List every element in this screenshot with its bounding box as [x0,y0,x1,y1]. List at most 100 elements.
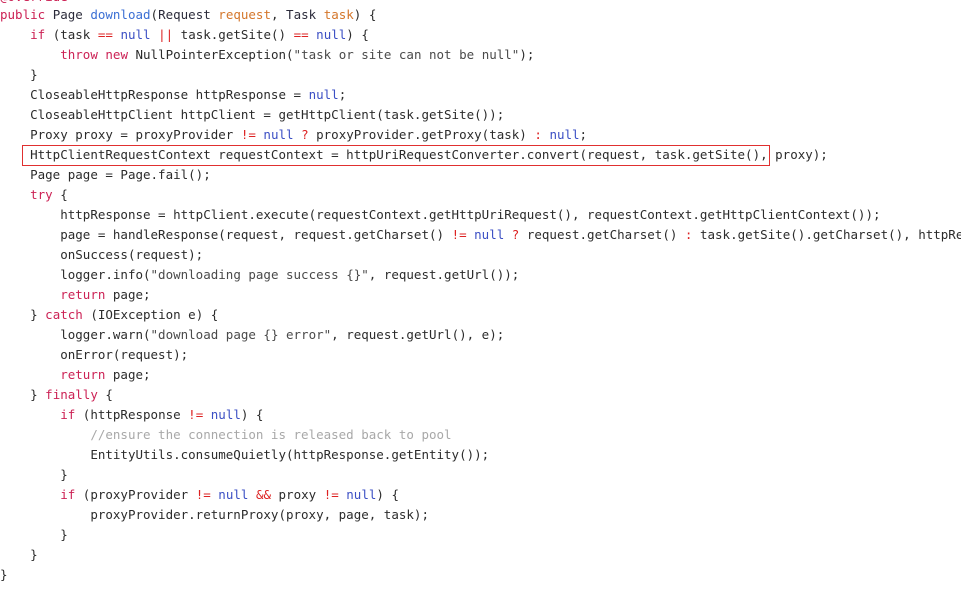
code-token-parameter: request [218,7,271,22]
code-token-operator: != [323,487,339,502]
code-token-type: Page [52,7,83,22]
code-line[interactable]: return page; [0,365,961,385]
code-line[interactable]: } [0,465,961,485]
code-token-plain: page; [105,367,151,382]
code-line[interactable]: HttpClientRequestContext requestContext … [0,145,961,165]
code-token-plain: ( [150,7,159,22]
code-token-plain: onError(request); [60,347,189,362]
code-line[interactable]: //ensure the connection is released back… [0,425,961,445]
code-token-plain: } [30,387,46,402]
code-token-plain: { [97,387,113,402]
code-line[interactable]: } [0,525,961,545]
code-token-plain: , request.getUrl(), e); [331,327,505,342]
code-token-plain: proxyProvider.getProxy(task) [308,127,535,142]
code-line[interactable]: } finally { [0,385,961,405]
code-line[interactable]: httpResponse = httpClient.execute(reques… [0,205,961,225]
code-token-plain: proxyProvider.returnProxy(proxy, page, t… [90,507,429,522]
code-token-plain: CloseableHttpResponse httpResponse [30,87,294,102]
code-token-operator: : [534,127,542,142]
code-token-method-declaration: download [90,7,151,22]
code-token-plain: ; [579,127,588,142]
code-token-keyword: new [105,47,128,62]
code-token-null-literal: null [549,127,580,142]
code-line[interactable]: } catch (IOException e) { [0,305,961,325]
code-token-operator: != [188,407,204,422]
code-token-plain: } [30,547,38,562]
code-token-parameter: task [323,7,354,22]
code-token-plain: , request.getUrl()); [368,267,520,282]
code-token-plain: (IOException e) { [82,307,219,322]
code-line[interactable]: public Page download(Request request, Ta… [0,5,961,25]
code-line[interactable]: page = handleResponse(request, request.g… [0,225,961,245]
code-token-operator: == [293,27,309,42]
code-line[interactable]: return page; [0,285,961,305]
code-token-operator: != [240,127,256,142]
code-token-keyword: public [0,7,46,22]
code-line[interactable]: CloseableHttpClient httpClient = getHttp… [0,105,961,125]
code-token-null-literal: null [263,127,294,142]
code-editor[interactable]: @Override public Page download(Request r… [0,0,961,592]
code-token-plain: HttpClientRequestContext requestContext … [30,147,828,162]
code-line[interactable]: if (task == null || task.getSite() == nu… [0,25,961,45]
code-token-plain: ) { [240,407,264,422]
code-token-plain: task.getSite() [173,27,294,42]
code-line[interactable]: EntityUtils.consumeQuietly(httpResponse.… [0,445,961,465]
code-line[interactable]: onSuccess(request); [0,245,961,265]
code-token-plain: } [60,467,68,482]
code-token-keyword: if [60,407,76,422]
code-token-plain: task.getSite().getCharset(), httpRespons… [699,227,961,242]
code-token-null-literal: null [218,487,249,502]
code-token-plain: ; [338,87,347,102]
code-line[interactable]: Proxy proxy = proxyProvider != null ? pr… [0,125,961,145]
code-line[interactable]: try { [0,185,961,205]
code-line[interactable]: } [0,565,961,585]
code-token-operator: != [451,227,467,242]
code-line[interactable]: CloseableHttpResponse httpResponse = nul… [0,85,961,105]
code-line[interactable]: } [0,65,961,85]
code-token-null-literal: null [210,407,241,422]
code-token-plain: logger.warn( [60,327,151,342]
code-line[interactable]: throw new NullPointerException("task or … [0,45,961,65]
code-token-keyword: return [60,367,106,382]
code-line[interactable]: if (httpResponse != null) { [0,405,961,425]
code-token-plain: ); [519,47,535,62]
code-line[interactable]: onError(request); [0,345,961,365]
code-line[interactable]: Page page = Page.fail(); [0,165,961,185]
code-token-type: Request [158,7,211,22]
code-line[interactable]: proxyProvider.returnProxy(proxy, page, t… [0,505,961,525]
code-line[interactable]: if (proxyProvider != null && proxy != nu… [0,485,961,505]
code-token-plain: page = handleResponse(request, request.g… [60,227,452,242]
code-token-plain: ) { [346,27,369,42]
code-token-string: "download page {} error" [150,327,332,342]
code-token-plain: Page page = Page.fail(); [30,167,211,182]
code-line[interactable]: } [0,545,961,565]
code-token-keyword: try [30,187,53,202]
code-token-keyword: return [60,287,106,302]
code-token-keyword: catch [45,307,83,322]
code-token-plain: { [52,187,68,202]
code-line[interactable]: logger.warn("download page {} error", re… [0,325,961,345]
code-line[interactable]: logger.info("downloading page success {}… [0,265,961,285]
